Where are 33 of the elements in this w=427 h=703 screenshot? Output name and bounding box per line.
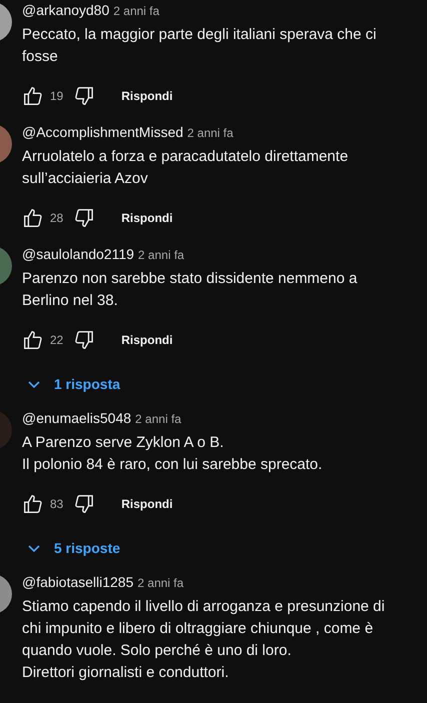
comment-author[interactable]: @fabiotaselli1285 (22, 574, 134, 590)
reply-button[interactable]: Rispondi (115, 83, 179, 109)
comment-author[interactable]: @AccomplishmentMissed (22, 124, 184, 140)
comment-text: Parenzo non sarebbe stato dissidente nemmeno a Berlino nel 38. (22, 269, 358, 311)
like-count: 28 (50, 211, 64, 225)
comment-time: 2 anni fa (135, 412, 182, 426)
comment-author[interactable]: @arkanoyd80 (22, 2, 110, 18)
view-replies-button[interactable]: 1 risposta (22, 366, 120, 402)
like-count: 83 (50, 497, 64, 511)
like-count: 22 (50, 333, 64, 347)
thumbs-up-icon[interactable] (22, 493, 44, 515)
comment-time: 2 anni fa (138, 576, 184, 590)
like-count: 19 (50, 89, 64, 103)
thumbs-down-icon[interactable] (73, 493, 96, 515)
thumbs-up-icon[interactable] (22, 207, 44, 229)
comment-text: Peccato, la maggior parte degli italiani sperava che ci fosse (22, 25, 378, 67)
comment-text: Arruolatelo a forza e paracadutatelo direttamente sull’acciaieria Azov (22, 147, 350, 189)
comment-author[interactable]: @saulolando2119 (22, 246, 134, 262)
thumbs-up-icon[interactable] (22, 329, 44, 351)
view-replies-button[interactable]: 5 risposte (22, 530, 120, 566)
comment-time: 2 anni fa (187, 126, 234, 140)
comment-time: 2 anni fa (113, 4, 160, 18)
comment-author[interactable]: @enumaelis5048 (22, 410, 132, 426)
comment-text: Stiamo capendo il livello di arroganza e presunzione di chi impunito e libero di oltraggiare chiunque , come è quando vuole. Solo perché è uno di loro. Direttori giornalisti e conduttori. (22, 597, 386, 683)
thumbs-up-icon[interactable] (22, 85, 44, 107)
reply-button[interactable]: Rispondi (115, 205, 179, 231)
comment-time: 2 anni fa (138, 248, 184, 262)
thumbs-down-icon[interactable] (73, 85, 96, 107)
reply-button[interactable]: Rispondi (115, 327, 179, 353)
comment-text: A Parenzo serve Zyklon A o B. Il polonio 84 è raro, con lui sarebbe sprecato. (22, 433, 324, 475)
thumbs-down-icon[interactable] (73, 207, 96, 229)
thumbs-down-icon[interactable] (73, 329, 96, 351)
reply-button[interactable]: Rispondi (115, 491, 179, 517)
